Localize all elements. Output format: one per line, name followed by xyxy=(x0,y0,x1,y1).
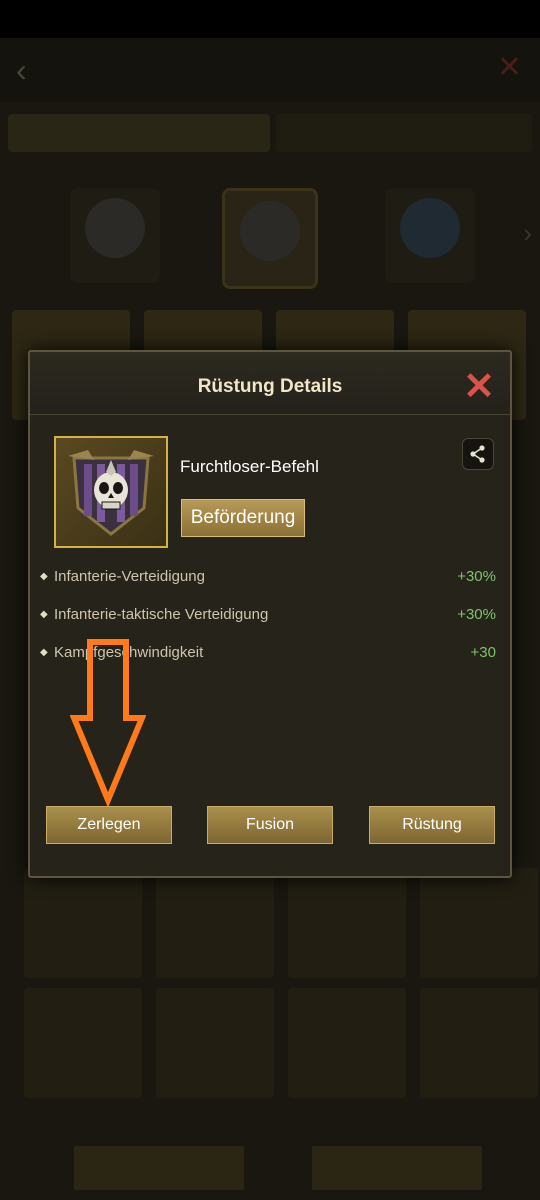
background-category-card-selected xyxy=(222,188,318,289)
back-arrow-icon: ‹ xyxy=(16,52,27,88)
chevron-right-icon: › xyxy=(523,218,532,248)
dialog-title: Rüstung Details xyxy=(197,376,343,397)
background-tabs xyxy=(0,108,540,158)
down-arrow-annotation-icon xyxy=(70,639,146,806)
stat-value: +30 xyxy=(470,644,496,661)
background-category-card xyxy=(70,188,160,283)
disassemble-button[interactable]: Zerlegen xyxy=(46,806,172,844)
skull-shield-icon xyxy=(68,450,154,536)
background-grid-cell xyxy=(420,988,538,1098)
background-grid-cell xyxy=(156,868,274,978)
background-grid-cell xyxy=(288,868,406,978)
stat-name: Infanterie-Verteidigung xyxy=(54,568,205,585)
background-category-card xyxy=(385,188,475,283)
promote-button[interactable]: Beförderung xyxy=(181,499,305,537)
bullet-icon: ◆ xyxy=(40,571,48,582)
background-bottom-button xyxy=(74,1146,244,1190)
stat-value: +30% xyxy=(457,568,496,585)
bullet-icon: ◆ xyxy=(40,609,48,620)
stat-row: ◆ Infanterie-Verteidigung +30% xyxy=(40,568,496,590)
background-tab-inactive xyxy=(276,114,532,152)
stat-name: Infanterie-taktische Verteidigung xyxy=(54,606,269,623)
background-grid-cell xyxy=(288,988,406,1098)
background-grid-cell xyxy=(24,988,142,1098)
armor-icon xyxy=(240,201,300,261)
dialog-header: Rüstung Details ✕ xyxy=(30,352,510,415)
share-icon xyxy=(470,445,485,463)
background-close-icon: ✕ xyxy=(496,51,522,84)
fusion-button[interactable]: Fusion xyxy=(207,806,333,844)
item-icon-frame xyxy=(54,436,168,548)
globe-icon xyxy=(400,198,460,258)
background-grid-cell xyxy=(24,868,142,978)
background-grid-cell xyxy=(156,988,274,1098)
background-bottom-button xyxy=(312,1146,482,1190)
item-name: Furchtloser-Befehl xyxy=(180,457,319,476)
armor-button[interactable]: Rüstung xyxy=(369,806,495,844)
status-bar xyxy=(0,0,540,38)
background-grid-cell xyxy=(420,868,538,978)
close-icon[interactable]: ✕ xyxy=(460,368,498,408)
helmet-icon xyxy=(85,198,145,258)
share-button[interactable] xyxy=(462,438,494,470)
background-tab-active xyxy=(8,114,270,152)
background-top-bar: ‹ ✕ xyxy=(0,38,540,102)
bullet-icon: ◆ xyxy=(40,647,48,658)
background-category-icons xyxy=(0,178,540,289)
stat-row: ◆ Infanterie-taktische Verteidigung +30% xyxy=(40,606,496,628)
stat-value: +30% xyxy=(457,606,496,623)
